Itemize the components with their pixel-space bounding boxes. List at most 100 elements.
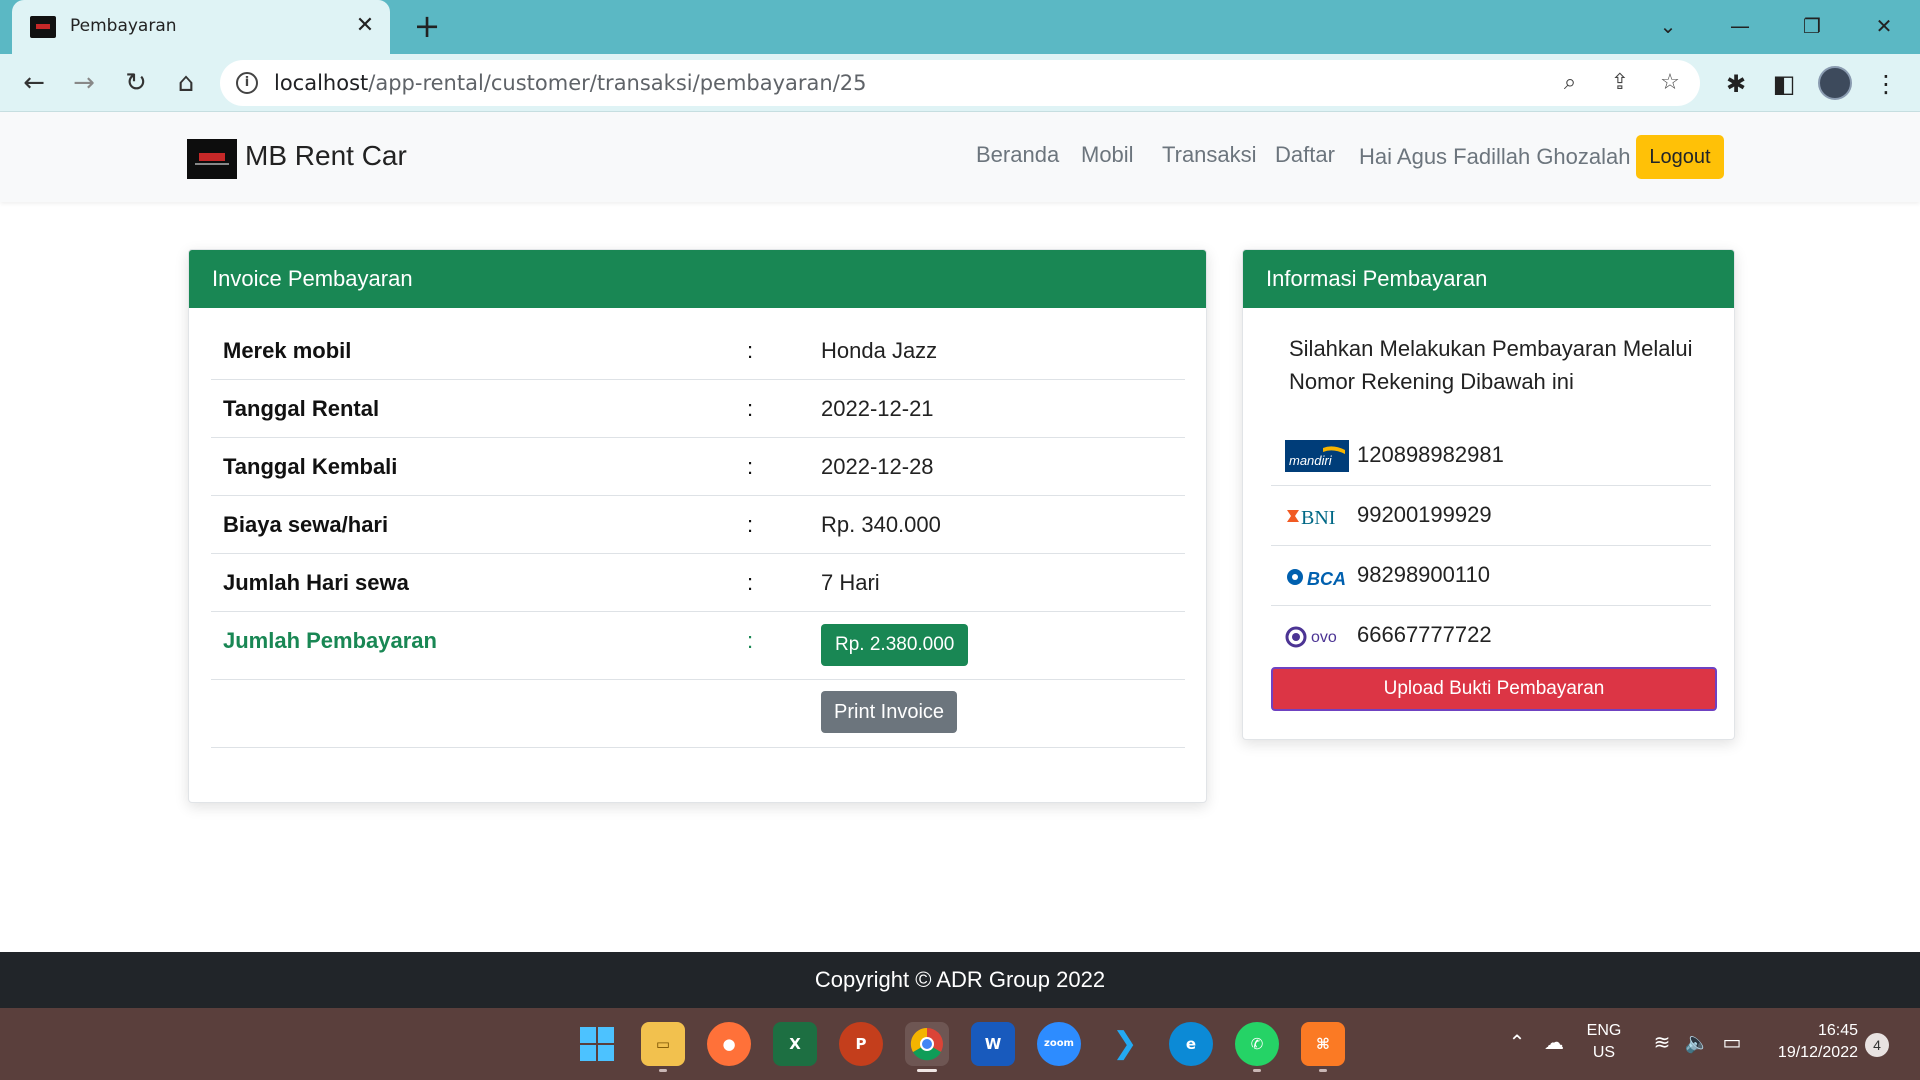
excel-icon[interactable]: X bbox=[773, 1022, 817, 1066]
payment-instructions: Silahkan Melakukan Pembayaran Melalui No… bbox=[1289, 336, 1693, 394]
list-item: mandiri 120898982981 bbox=[1271, 426, 1711, 486]
home-icon[interactable]: ⌂ bbox=[168, 65, 204, 101]
bookmark-star-icon[interactable]: ☆ bbox=[1656, 69, 1684, 97]
profile-avatar[interactable] bbox=[1818, 66, 1852, 100]
side-panel-icon[interactable]: ◧ bbox=[1768, 68, 1800, 100]
table-row: Jumlah Hari sewa : 7 Hari bbox=[211, 554, 1185, 612]
speaker-muted-icon[interactable]: 🔈 bbox=[1683, 1030, 1711, 1054]
svg-text:ovo: ovo bbox=[1311, 629, 1337, 646]
total-label: Jumlah Pembayaran bbox=[223, 628, 437, 653]
tab-title: Pembayaran bbox=[70, 16, 177, 36]
file-explorer-icon[interactable]: ▭ bbox=[641, 1022, 685, 1072]
row-value: 7 Hari bbox=[821, 570, 880, 595]
row-value: 2022-12-21 bbox=[821, 396, 934, 421]
clock[interactable]: 16:45 19/12/2022 bbox=[1762, 1020, 1858, 1064]
invoice-card-header: Invoice Pembayaran bbox=[189, 250, 1206, 308]
bank-account-list: mandiri 120898982981 BNI 99200199929 BCA… bbox=[1271, 426, 1711, 666]
notification-count-badge[interactable]: 4 bbox=[1865, 1033, 1889, 1057]
browser-toolbar: ← → ↻ ⌂ i localhost/app-rental/customer/… bbox=[0, 54, 1920, 112]
bca-logo-icon: BCA bbox=[1287, 569, 1346, 589]
svg-text:mandiri: mandiri bbox=[1289, 453, 1333, 468]
upload-proof-button[interactable]: Upload Bukti Pembayaran bbox=[1271, 667, 1717, 711]
row-colon: : bbox=[747, 570, 754, 595]
brand-name[interactable]: MB Rent Car bbox=[245, 140, 407, 172]
xampp-icon[interactable]: ⌘ bbox=[1301, 1022, 1345, 1072]
site-navbar: MB Rent Car Beranda Mobil Transaksi Daft… bbox=[0, 112, 1920, 202]
forward-arrow-icon[interactable]: → bbox=[66, 65, 102, 101]
region-code: US bbox=[1592, 1044, 1616, 1061]
payment-info-card: Informasi Pembayaran Silahkan Melakukan … bbox=[1242, 249, 1735, 740]
table-row: Tanggal Rental : 2022-12-21 bbox=[211, 380, 1185, 438]
brand-logo[interactable] bbox=[187, 139, 237, 179]
extensions-puzzle-icon[interactable]: ✱ bbox=[1720, 68, 1752, 100]
total-row: Jumlah Pembayaran : Rp. 2.380.000 bbox=[211, 612, 1185, 680]
start-menu-icon[interactable] bbox=[575, 1022, 619, 1066]
restore-button[interactable]: ❐ bbox=[1792, 10, 1832, 42]
zoom-icon[interactable]: ⌕ bbox=[1556, 69, 1584, 97]
tray-chevron-up-icon[interactable]: ⌃ bbox=[1503, 1030, 1531, 1054]
nav-beranda[interactable]: Beranda bbox=[976, 142, 1059, 168]
table-row: Merek mobil : Honda Jazz bbox=[211, 322, 1185, 380]
row-colon: : bbox=[747, 396, 754, 421]
row-colon: : bbox=[747, 454, 754, 479]
powerpoint-icon[interactable]: P bbox=[839, 1022, 883, 1066]
word-icon[interactable]: W bbox=[971, 1022, 1015, 1066]
row-value: 2022-12-28 bbox=[821, 454, 934, 479]
reload-icon[interactable]: ↻ bbox=[118, 65, 154, 101]
list-item: BCA 98298900110 bbox=[1271, 546, 1711, 606]
edge-icon[interactable]: e bbox=[1169, 1022, 1213, 1066]
nav-mobil[interactable]: Mobil bbox=[1081, 142, 1134, 168]
nav-transaksi[interactable]: Transaksi bbox=[1162, 142, 1257, 168]
browser-tabbar: Pembayaran ✕ + ⌄ — ❐ ✕ bbox=[0, 0, 1920, 54]
back-arrow-icon[interactable]: ← bbox=[16, 65, 52, 101]
minimize-button[interactable]: — bbox=[1720, 10, 1760, 42]
share-icon[interactable]: ⇪ bbox=[1606, 69, 1634, 97]
account-number: 120898982981 bbox=[1357, 442, 1504, 467]
battery-icon[interactable]: ▭ bbox=[1718, 1030, 1746, 1054]
account-number: 98298900110 bbox=[1357, 562, 1490, 587]
url-text[interactable]: localhost/app-rental/customer/transaksi/… bbox=[274, 71, 867, 95]
vscode-icon[interactable]: ❯ bbox=[1103, 1022, 1147, 1066]
clock-time: 16:45 bbox=[1817, 1022, 1858, 1039]
wifi-icon[interactable]: ≋ bbox=[1648, 1030, 1676, 1054]
print-row: Print Invoice bbox=[211, 680, 1185, 748]
total-amount-badge: Rp. 2.380.000 bbox=[821, 624, 969, 666]
svg-text:BCA: BCA bbox=[1307, 569, 1346, 589]
firefox-icon[interactable]: ● bbox=[707, 1022, 751, 1066]
table-row: Tanggal Kembali : 2022-12-28 bbox=[211, 438, 1185, 496]
whatsapp-icon[interactable]: ✆ bbox=[1235, 1022, 1279, 1072]
invoice-card: Invoice Pembayaran Merek mobil : Honda J… bbox=[188, 249, 1207, 803]
onedrive-cloud-icon[interactable]: ☁ bbox=[1540, 1030, 1568, 1054]
browser-menu-icon[interactable]: ⋮ bbox=[1870, 68, 1902, 100]
user-greeting: Hai Agus Fadillah Ghozalah bbox=[1359, 144, 1631, 169]
language-indicator[interactable]: ENG US bbox=[1582, 1020, 1626, 1064]
windows-taskbar: ▭ ● X P W zoom ❯ e ✆ ⌘ ⌃ ☁ ENG US ≋ 🔈 ▭ … bbox=[0, 1008, 1920, 1080]
chrome-icon[interactable] bbox=[905, 1022, 949, 1072]
row-value: Rp. 340.000 bbox=[821, 512, 941, 537]
site-footer: Copyright © ADR Group 2022 bbox=[0, 952, 1920, 1008]
logout-button[interactable]: Logout bbox=[1636, 135, 1724, 179]
close-window-button[interactable]: ✕ bbox=[1864, 10, 1904, 42]
print-invoice-button[interactable]: Print Invoice bbox=[821, 691, 958, 733]
nav-daftar[interactable]: Daftar bbox=[1275, 142, 1335, 168]
payment-card-header: Informasi Pembayaran bbox=[1243, 250, 1734, 308]
row-label: Merek mobil bbox=[223, 338, 352, 363]
address-bar[interactable]: i localhost/app-rental/customer/transaks… bbox=[220, 60, 1700, 106]
browser-tab[interactable]: Pembayaran ✕ bbox=[12, 0, 390, 54]
total-colon: : bbox=[747, 628, 754, 653]
tab-close-icon[interactable]: ✕ bbox=[352, 12, 378, 40]
bni-logo-icon: BNI bbox=[1287, 507, 1335, 529]
row-label: Tanggal Kembali bbox=[223, 454, 398, 479]
list-item: BNI 99200199929 bbox=[1271, 486, 1711, 546]
clock-date: 19/12/2022 bbox=[1777, 1044, 1858, 1061]
row-label: Jumlah Hari sewa bbox=[223, 570, 409, 595]
tab-search-icon[interactable]: ⌄ bbox=[1648, 10, 1688, 42]
ovo-logo-icon: ovo bbox=[1285, 626, 1337, 648]
row-value: Honda Jazz bbox=[821, 338, 938, 363]
table-row: Biaya sewa/hari : Rp. 340.000 bbox=[211, 496, 1185, 554]
row-label: Biaya sewa/hari bbox=[223, 512, 389, 537]
account-number: 66667777722 bbox=[1357, 622, 1492, 647]
new-tab-button[interactable]: + bbox=[410, 10, 444, 44]
zoom-icon[interactable]: zoom bbox=[1037, 1022, 1081, 1066]
site-info-icon[interactable]: i bbox=[236, 72, 258, 94]
